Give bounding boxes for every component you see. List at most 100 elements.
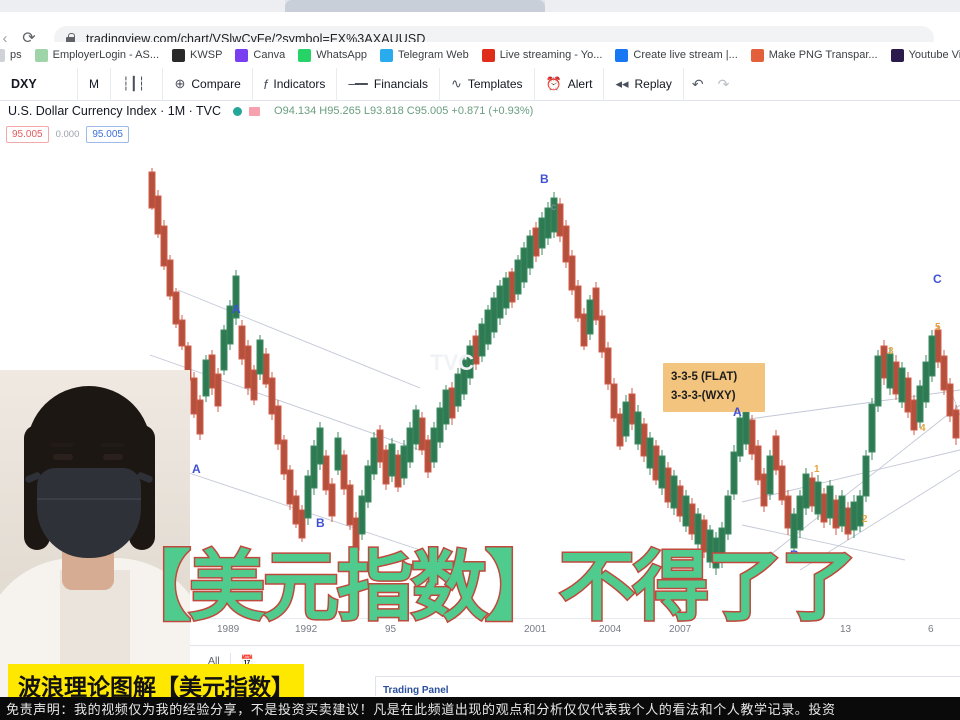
templates-icon: ∿ bbox=[450, 76, 462, 91]
wave-label-a-3: A bbox=[733, 405, 742, 419]
bookmark-item[interactable]: ps bbox=[0, 48, 22, 62]
chart-legend: U.S. Dollar Currency Index · 1M · TVC O9… bbox=[8, 104, 533, 118]
rewind-icon: ◂◂ bbox=[615, 76, 629, 91]
trading-panel-button[interactable]: Trading Panel bbox=[383, 685, 449, 696]
series-color-dot-icon bbox=[233, 106, 243, 116]
indicators-button[interactable]: f Indicators bbox=[253, 67, 338, 101]
presenter-eyebrow-left bbox=[50, 443, 74, 447]
bookmark-favicon bbox=[481, 48, 495, 62]
wave-label-a-2: A bbox=[192, 462, 201, 476]
replay-label: Replay bbox=[634, 77, 672, 91]
bookmarks-bar: ps EmployerLogin - AS... KWSP Canva What… bbox=[0, 42, 960, 68]
presenter-eye-right bbox=[103, 454, 123, 460]
presenter-eyebrow-right bbox=[101, 443, 125, 447]
wave-label-b-1: B bbox=[316, 516, 325, 530]
tab-strip-left bbox=[0, 0, 285, 12]
wave-number-4: 4 bbox=[920, 423, 926, 434]
tradingview-toolbar: DXY M ┆┃┆ ⊕ Compare f Indicators ⎯━ Fina… bbox=[0, 67, 960, 101]
wave-label-c-major: C bbox=[933, 272, 942, 286]
bookmark-favicon bbox=[172, 48, 186, 62]
financials-button[interactable]: ⎯━ Financials bbox=[337, 67, 440, 101]
bookmark-item[interactable]: Make PNG Transpar... bbox=[750, 48, 878, 62]
pattern-line-1: 3-3-5 (FLAT) bbox=[671, 371, 738, 383]
chart-type-button[interactable]: ┆┃┆ bbox=[111, 67, 164, 101]
wave-label-a-1: A bbox=[232, 302, 241, 316]
trading-panel-vdivider bbox=[375, 676, 376, 696]
bookmark-favicon bbox=[298, 48, 312, 62]
wave-number-1: 1 bbox=[814, 464, 820, 475]
price-badge-blue: 95.005 bbox=[86, 126, 129, 143]
bookmark-item[interactable]: Canva bbox=[235, 48, 286, 62]
wave-label-c-minor: c bbox=[551, 202, 556, 213]
alert-label: Alert bbox=[567, 77, 593, 91]
bookmark-item[interactable]: Live streaming - Yo... bbox=[481, 48, 603, 62]
alarm-clock-icon: ⏰ bbox=[545, 76, 562, 91]
bookmark-label: Youtube Vid bbox=[908, 49, 960, 61]
alert-button[interactable]: ⏰ Alert bbox=[535, 67, 605, 101]
trading-panel-divider bbox=[375, 676, 960, 677]
compare-label: Compare bbox=[191, 77, 241, 91]
tab-strip-right bbox=[545, 0, 960, 12]
legend-controls[interactable] bbox=[233, 106, 261, 116]
wave-label-b-2: B bbox=[540, 172, 549, 186]
bookmark-label: ps bbox=[10, 49, 22, 61]
ohlc-values: O94.134 H95.265 L93.818 C95.005 +0.871 (… bbox=[274, 105, 534, 117]
disclaimer-bar: 免责声明：我的视频仅为我的经验分享，不是投资买卖建议！凡是在此频道出现的观点和分… bbox=[0, 697, 960, 720]
bookmark-favicon bbox=[750, 48, 764, 62]
price-badges: 95.005 0.000 95.005 bbox=[6, 126, 129, 143]
headline-overlay: 【美元指数】不得了了 bbox=[114, 542, 960, 631]
bookmark-label: Telegram Web bbox=[397, 49, 469, 61]
bookmark-item[interactable]: Youtube Vid bbox=[890, 48, 960, 62]
pattern-annotation-box: 3-3-5 (FLAT) 3-3-3-(WXY) bbox=[663, 363, 765, 412]
face-mask-fold bbox=[37, 498, 141, 500]
bookmark-label: EmployerLogin - AS... bbox=[52, 49, 160, 61]
symbol-label: DXY bbox=[11, 77, 37, 91]
bookmark-label: Canva bbox=[253, 49, 286, 61]
indicators-label: Indicators bbox=[273, 77, 326, 91]
bookmark-favicon bbox=[235, 48, 249, 62]
bookmark-item[interactable]: EmployerLogin - AS... bbox=[34, 48, 160, 62]
disclaimer-text: 免责声明：我的视频仅为我的经验分享，不是投资买卖建议！凡是在此频道出现的观点和分… bbox=[6, 703, 836, 718]
bookmark-item[interactable]: KWSP bbox=[172, 48, 223, 62]
bookmark-item[interactable]: Telegram Web bbox=[379, 48, 469, 62]
bookmark-favicon bbox=[615, 48, 629, 62]
bookmark-item[interactable]: Create live stream |... bbox=[615, 48, 738, 62]
headline-text: 【美元指数】不得了了 bbox=[114, 542, 859, 631]
replay-button[interactable]: ◂◂ Replay bbox=[604, 67, 684, 101]
wave-number-2: 2 bbox=[862, 514, 868, 525]
visibility-eye-icon[interactable] bbox=[249, 106, 261, 116]
interval-button[interactable]: M bbox=[78, 67, 111, 101]
chart-title: U.S. Dollar Currency Index · 1M · TVC bbox=[8, 104, 222, 118]
price-badge-red: 95.005 bbox=[6, 126, 49, 143]
bookmark-favicon bbox=[34, 48, 48, 62]
bookmark-favicon bbox=[379, 48, 393, 62]
chart-watermark: TVC bbox=[430, 350, 474, 375]
templates-button[interactable]: ∿ Templates bbox=[440, 67, 535, 101]
presenter-eye-left bbox=[53, 454, 73, 460]
bookmark-item[interactable]: WhatsApp bbox=[298, 48, 367, 62]
redo-arrow-icon[interactable]: ↷ bbox=[712, 68, 736, 101]
bookmark-label: KWSP bbox=[190, 49, 223, 61]
interval-label: M bbox=[89, 77, 99, 91]
templates-label: Templates bbox=[467, 77, 523, 91]
financials-label: Financials bbox=[373, 77, 428, 91]
price-badge-middle: 0.000 bbox=[55, 129, 80, 140]
bookmark-favicon bbox=[890, 48, 904, 62]
wave-number-3: 3 bbox=[888, 346, 894, 357]
bookmark-label: WhatsApp bbox=[316, 49, 367, 61]
candlestick-series bbox=[148, 168, 960, 575]
undo-arrow-icon[interactable]: ↶ bbox=[684, 68, 712, 101]
tab-strip bbox=[0, 0, 960, 12]
symbol-search-button[interactable]: DXY bbox=[0, 67, 78, 101]
active-tab[interactable] bbox=[285, 0, 545, 12]
bookmark-favicon bbox=[0, 48, 5, 62]
pattern-line-2: 3-3-3-(WXY) bbox=[671, 390, 736, 402]
wave-number-5: 5 bbox=[935, 322, 941, 333]
plus-circle-icon: ⊕ bbox=[174, 76, 186, 91]
candlestick-icon: ┆┃┆ bbox=[122, 76, 146, 91]
compare-button[interactable]: ⊕ Compare bbox=[163, 67, 253, 101]
bookmark-label: Live streaming - Yo... bbox=[499, 49, 603, 61]
bookmark-label: Make PNG Transpar... bbox=[768, 49, 878, 61]
bookmark-label: Create live stream |... bbox=[633, 49, 738, 61]
function-icon: f bbox=[263, 76, 268, 92]
